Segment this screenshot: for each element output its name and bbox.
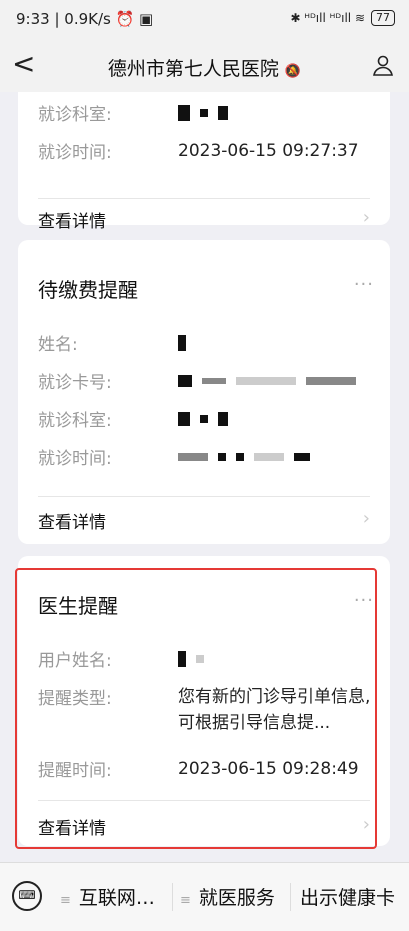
status-bar: 9:33 | 0.9K/s ⏰ ▣ ✱ ᴴᴰıll ᴴᴰıll ≋ 77 (0, 0, 409, 40)
chevron-right-icon: › (362, 508, 370, 529)
menu-icon: ≡ (60, 893, 71, 908)
time-value: 2023-06-15 09:27:37 (178, 141, 359, 161)
bottom-menu-bar: ⌨ ≡ 互联网… ≡ 就医服务 出示健康卡 (0, 862, 409, 931)
user-name-value-redacted (178, 646, 214, 672)
divider (38, 800, 370, 801)
view-details-link[interactable]: 查看详情 › (38, 814, 370, 839)
reminder-time-label: 提醒时间: (38, 761, 112, 781)
nav-bar: < 德州市第七人民医院 🔕 (0, 40, 409, 92)
card-number-label: 就诊卡号: (38, 373, 112, 393)
card-title: 医生提醒 (38, 594, 118, 618)
status-time: 9:33 (16, 10, 50, 28)
time-value-redacted (178, 444, 320, 470)
dept-label: 就诊科室: (38, 105, 112, 125)
time-label: 就诊时间: (38, 449, 112, 469)
payment-reminder-card: 待缴费提醒 ··· 姓名: 就诊卡号: 就诊科室: 就诊时间: 查看详情 › (18, 240, 390, 544)
user-profile-icon[interactable] (371, 53, 395, 77)
time-label: 就诊时间: (38, 143, 112, 163)
page-title: 德州市第七人民医院 (107, 58, 279, 80)
reminder-type-label: 提醒类型: (38, 689, 112, 709)
card-number-value-redacted (178, 368, 366, 394)
signal-icon: ✱ ᴴᴰıll ᴴᴰıll ≋ (290, 11, 365, 25)
status-speed: 0.9K/s (64, 10, 111, 28)
card-title: 待缴费提醒 (38, 278, 138, 302)
dept-value-redacted (178, 406, 238, 432)
menu-medical-service[interactable]: ≡ 就医服务 (180, 883, 275, 910)
message-list[interactable]: 就诊科室: 就诊时间: 2023-06-15 09:27:37 查看详情 › 待缴… (0, 92, 409, 862)
menu-icon: ≡ (180, 893, 191, 908)
keyboard-toggle-icon[interactable]: ⌨ (12, 881, 42, 911)
name-label: 姓名: (38, 335, 78, 355)
view-details-link[interactable]: 查看详情 › (38, 508, 370, 533)
name-value-redacted (178, 330, 196, 356)
reminder-type-value: 您有新的门诊导引单信息,可根据引导信息提... (178, 687, 371, 733)
reminder-time-value: 2023-06-15 09:28:49 (178, 759, 359, 779)
battery-icon: 77 (371, 10, 395, 26)
mute-icon: 🔕 (284, 64, 302, 79)
chevron-right-icon: › (362, 814, 370, 835)
dept-label: 就诊科室: (38, 411, 112, 431)
dept-value-redacted (178, 100, 238, 126)
doctor-reminder-card: 医生提醒 ··· 用户姓名: 提醒类型: 您有新的门诊导引单信息,可根据引导信息… (18, 556, 390, 846)
user-name-label: 用户姓名: (38, 651, 112, 671)
more-icon[interactable]: ··· (354, 590, 374, 611)
menu-internet-hospital[interactable]: ≡ 互联网… (60, 883, 155, 910)
view-details-link[interactable]: 查看详情 › (38, 207, 370, 232)
visit-reminder-card: 就诊科室: 就诊时间: 2023-06-15 09:27:37 查看详情 › (18, 92, 390, 232)
more-icon[interactable]: ··· (354, 274, 374, 295)
divider (38, 198, 370, 199)
menu-health-card[interactable]: 出示健康卡 (300, 883, 395, 910)
chevron-right-icon: › (362, 207, 370, 228)
divider (38, 496, 370, 497)
